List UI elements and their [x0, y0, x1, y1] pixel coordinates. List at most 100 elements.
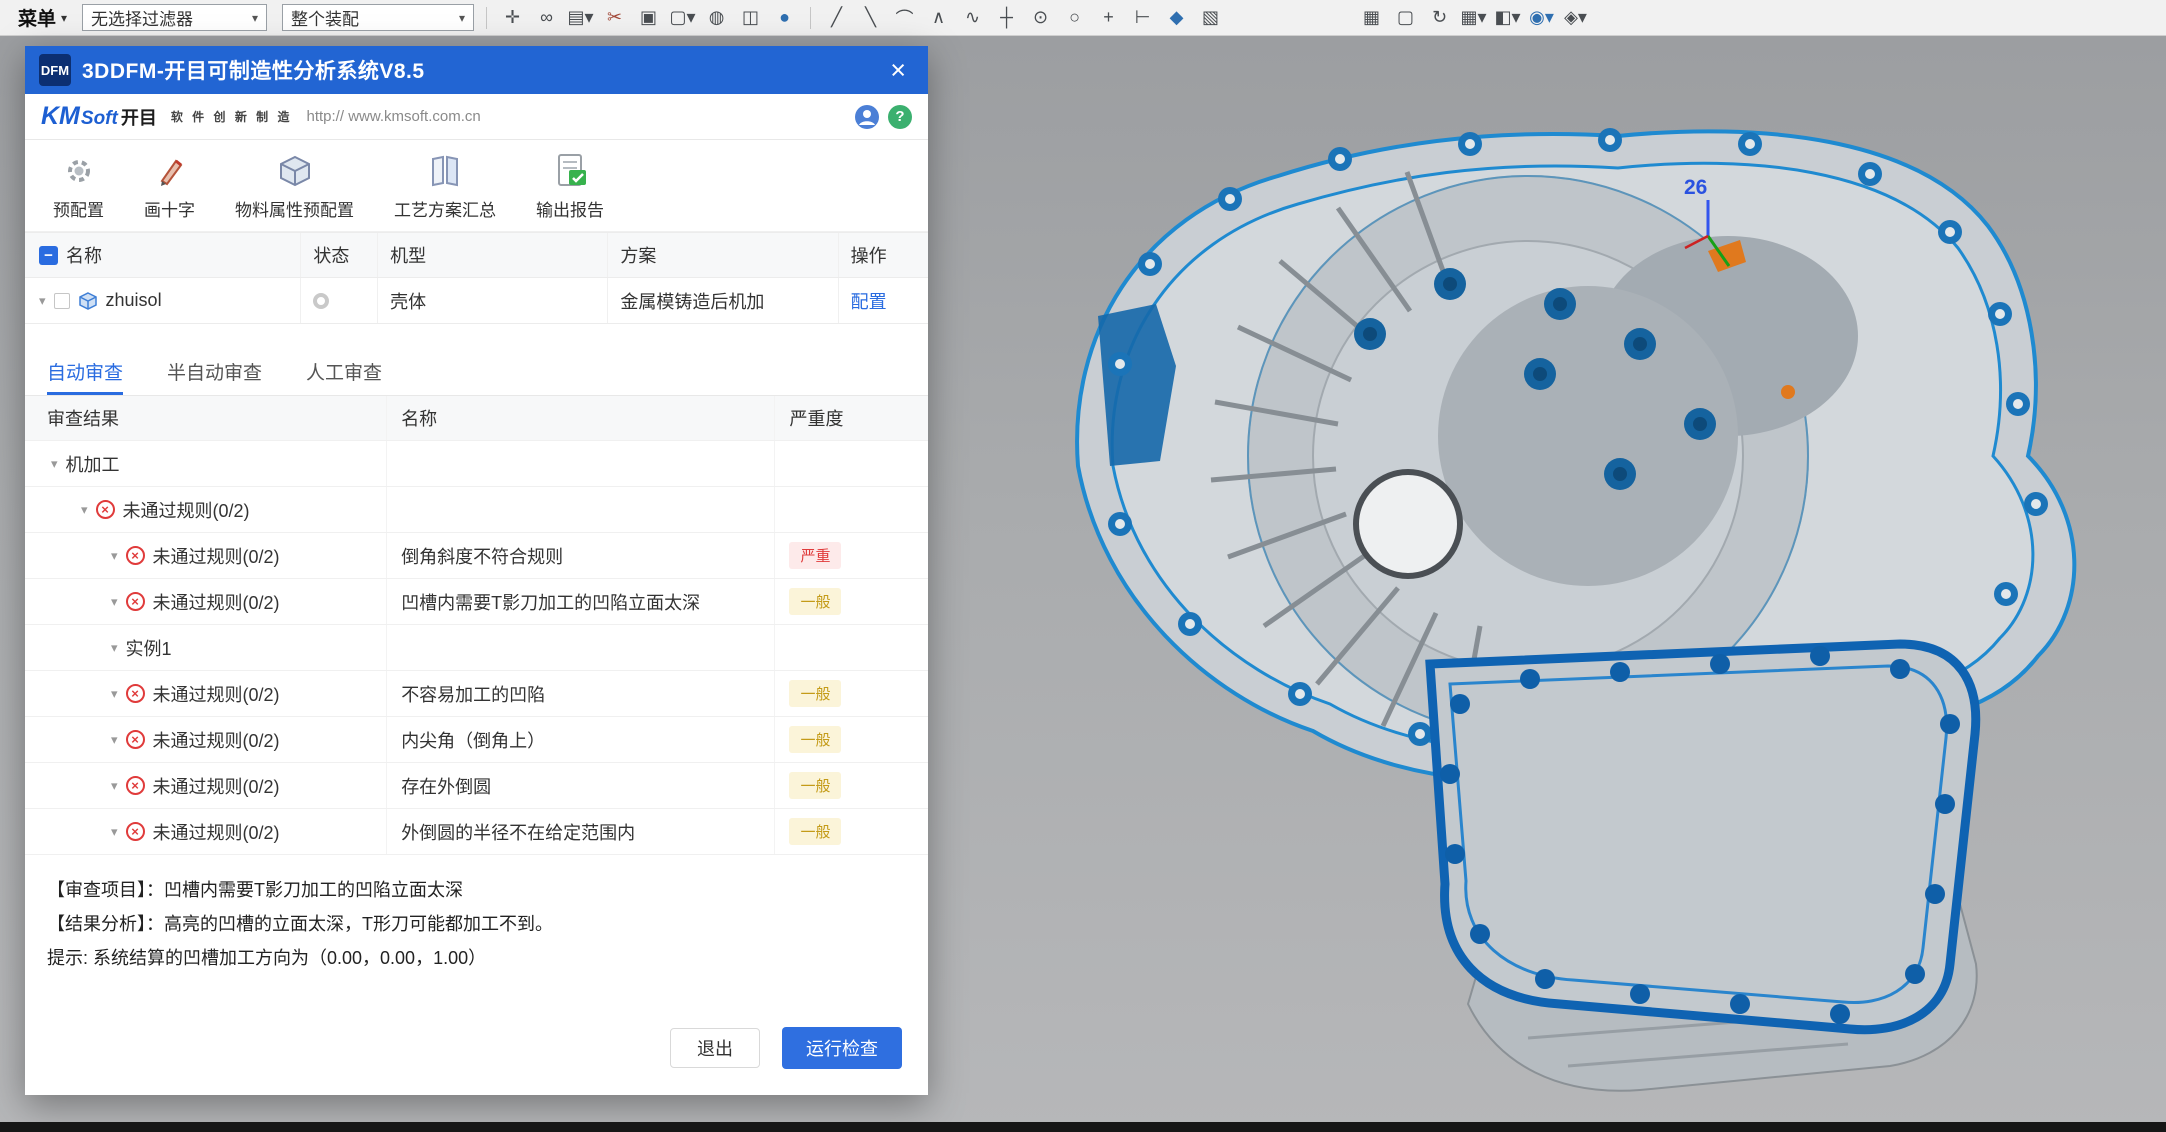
report-check-icon: [549, 151, 591, 191]
severity-badge: 一般: [789, 588, 841, 615]
model-table-row[interactable]: ▾ zhuisol 壳体 金属模铸造后机加 配置: [25, 278, 928, 324]
tree-caret-icon[interactable]: ▾: [111, 686, 118, 702]
fail-icon: ×: [126, 684, 145, 703]
status-icon: [313, 293, 329, 309]
severity-badge: 一般: [789, 680, 841, 707]
selection-box-dropdown-icon[interactable]: ▢▾: [669, 4, 696, 31]
tree-caret-icon[interactable]: ▾: [111, 640, 118, 656]
model-table: − 名称 状态 机型 方案 操作 ▾ zhuisol 壳体 金属模铸造后机加 配…: [25, 232, 928, 324]
tangent-icon[interactable]: ⊢: [1129, 4, 1156, 31]
result-row[interactable]: ▾ 机加工: [25, 441, 928, 487]
draw-cross-button[interactable]: 画十字: [144, 151, 195, 221]
result-row[interactable]: ▾ × 未通过规则(0/2) 不容易加工的凹陷 一般: [25, 671, 928, 717]
process-summary-button[interactable]: 工艺方案汇总: [394, 151, 496, 221]
result-row[interactable]: ▾ × 未通过规则(0/2) 倒角斜度不符合规则 严重: [25, 533, 928, 579]
cube-icon[interactable]: ▧: [1197, 4, 1224, 31]
tab-auto-review[interactable]: 自动审查: [47, 350, 123, 395]
result-row[interactable]: ▾ × 未通过规则(0/2) 凹槽内需要T影刀加工的凹陷立面太深 一般: [25, 579, 928, 625]
rotate-icon[interactable]: ↻: [1426, 4, 1453, 31]
brand-url[interactable]: http:// www.kmsoft.com.cn: [307, 108, 481, 125]
dialog-titlebar[interactable]: DFM 3DDFM-开目可制造性分析系统V8.5 ×: [25, 46, 928, 94]
spline-icon[interactable]: ∿: [959, 4, 986, 31]
tab-semi-auto-review[interactable]: 半自动审查: [167, 350, 262, 395]
result-row[interactable]: ▾ 实例1: [25, 625, 928, 671]
col-rule-name: 名称: [401, 405, 437, 431]
configure-link[interactable]: 配置: [851, 288, 887, 314]
curve-icon[interactable]: ∧: [925, 4, 952, 31]
part-name: zhuisol: [106, 290, 162, 311]
cut-icon[interactable]: ✂: [601, 4, 628, 31]
tree-caret-icon[interactable]: ▾: [51, 456, 58, 472]
result-row[interactable]: ▾ × 未通过规则(0/2): [25, 487, 928, 533]
fail-icon: ×: [126, 776, 145, 795]
review-tabs: 自动审查 半自动审查 人工审查: [25, 350, 928, 396]
circle-center-icon[interactable]: ⊙: [1027, 4, 1054, 31]
sphere-icon[interactable]: ●: [771, 4, 798, 31]
close-icon[interactable]: ×: [882, 57, 914, 84]
pan-icon[interactable]: ✛: [499, 4, 526, 31]
part-cube-icon: [78, 291, 98, 311]
user-avatar-icon[interactable]: [855, 105, 879, 129]
magnet-icon[interactable]: ◆: [1163, 4, 1190, 31]
plus-icon[interactable]: +: [1095, 4, 1122, 31]
severity-badge: 一般: [789, 772, 841, 799]
visual-style-dropdown-icon[interactable]: ◈▾: [1562, 4, 1589, 31]
help-icon[interactable]: ?: [888, 105, 912, 129]
menu-label: 菜单: [18, 4, 56, 31]
window-icon[interactable]: ▢: [1392, 4, 1419, 31]
tree-caret-icon[interactable]: ▾: [81, 502, 88, 518]
window-grid-icon[interactable]: ▦: [1358, 4, 1385, 31]
center-bore: [1356, 472, 1460, 576]
preconfigure-button[interactable]: 预配置: [53, 151, 104, 221]
brand-bar: KMSoft开目 软 件 创 新 制 造 http:// www.kmsoft.…: [25, 94, 928, 140]
menu-button[interactable]: 菜单 ▾: [10, 2, 75, 33]
tree-caret-icon[interactable]: ▾: [111, 548, 118, 564]
annotation-label: 26: [1684, 176, 1707, 199]
result-row[interactable]: ▾ × 未通过规则(0/2) 内尖角（倒角上） 一般: [25, 717, 928, 763]
viewport-3d[interactable]: 26: [928, 36, 2166, 1122]
tree-caret-icon[interactable]: ▾: [111, 824, 118, 840]
circle-icon[interactable]: ○: [1061, 4, 1088, 31]
row-checkbox[interactable]: [54, 293, 70, 309]
app-toolbar: 菜单 ▾ 无选择过滤器 ▾ 整个装配 ▾ ✛ ∞ ▤▾ ✂ ▣ ▢▾ ◍ ◫ ●…: [0, 0, 2166, 36]
tree-caret-icon[interactable]: ▾: [111, 778, 118, 794]
bottom-bar: [0, 1122, 2166, 1132]
col-operation: 操作: [851, 242, 887, 268]
polyline-icon[interactable]: ╲: [857, 4, 884, 31]
tab-manual-review[interactable]: 人工审查: [306, 350, 382, 395]
render-dropdown-icon[interactable]: ◉▾: [1528, 4, 1555, 31]
result-summary: 【审查项目】：凹槽内需要T影刀加工的凹陷立面太深 【结果分析】：高亮的凹槽的立面…: [25, 855, 928, 981]
result-row[interactable]: ▾ × 未通过规则(0/2) 外倒圆的半径不在给定范围内 一般: [25, 809, 928, 855]
globe-icon[interactable]: ◍: [703, 4, 730, 31]
copy-icon[interactable]: ▣: [635, 4, 662, 31]
dialog-action-toolbar: 预配置 画十字 物料属性预配置 工艺方案汇总: [25, 140, 928, 232]
grid-dropdown-icon[interactable]: ▦▾: [1460, 4, 1487, 31]
select-all-checkbox[interactable]: −: [39, 246, 58, 265]
col-review-result: 审查结果: [47, 405, 119, 431]
material-preconfigure-button[interactable]: 物料属性预配置: [235, 151, 354, 221]
tree-caret-icon[interactable]: ▾: [39, 293, 46, 309]
scope-dropdown[interactable]: 整个装配 ▾: [282, 4, 474, 31]
cross-icon[interactable]: ┼: [993, 4, 1020, 31]
layers-icon[interactable]: ◫: [737, 4, 764, 31]
view-cube-dropdown-icon[interactable]: ◧▾: [1494, 4, 1521, 31]
result-row[interactable]: ▾ × 未通过规则(0/2) 存在外倒圆 一般: [25, 763, 928, 809]
selection-filter-dropdown[interactable]: 无选择过滤器 ▾: [82, 4, 267, 31]
exit-button[interactable]: 退出: [670, 1028, 760, 1068]
dialog-title: 3DDFM-开目可制造性分析系统V8.5: [82, 55, 871, 85]
line-icon[interactable]: ╱: [823, 4, 850, 31]
fail-icon: ×: [126, 546, 145, 565]
tree-caret-icon[interactable]: ▾: [111, 732, 118, 748]
export-report-button[interactable]: 输出报告: [536, 151, 604, 221]
run-check-button[interactable]: 运行检查: [782, 1027, 902, 1069]
arc-icon[interactable]: ⌒: [891, 4, 918, 31]
col-name: 名称: [66, 242, 102, 268]
toolbar-separator: [486, 7, 487, 29]
tree-caret-icon[interactable]: ▾: [111, 594, 118, 610]
image-dropdown-icon[interactable]: ▤▾: [567, 4, 594, 31]
gearbox-model: 26: [928, 36, 2166, 1122]
severity-badge: 一般: [789, 818, 841, 845]
gasket-flange-outer: [1430, 644, 1976, 1030]
kmsoft-logo: KMSoft开目: [41, 102, 157, 131]
link-icon[interactable]: ∞: [533, 4, 560, 31]
